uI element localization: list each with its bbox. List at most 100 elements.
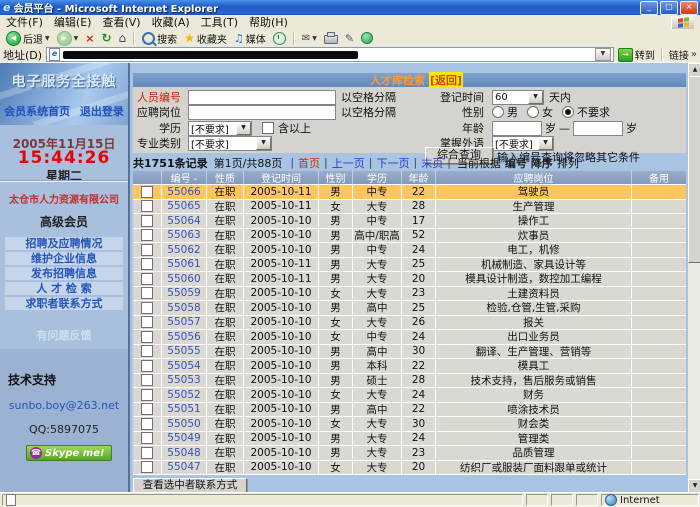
row-checkbox[interactable] [141, 273, 153, 285]
row-checkbox[interactable] [141, 432, 153, 444]
dropdown-arrow-icon[interactable]: ▼ [256, 137, 271, 150]
sidebar-menu-item[interactable]: 招聘及应聘情况 [5, 237, 123, 250]
column-header[interactable]: 性别 [319, 171, 353, 184]
menu-item[interactable]: 帮助(H) [249, 14, 288, 30]
column-header[interactable]: 年龄 [402, 171, 436, 184]
pagination-link[interactable]: 首页 [298, 155, 320, 171]
table-row[interactable]: 55051在职2005-10-10男高中22喷涂技术员 [133, 403, 686, 418]
record-id-link[interactable]: 55047 [167, 461, 200, 473]
table-row[interactable]: 55056在职2005-10-10女中专24出口业务员 [133, 330, 686, 345]
age-to-input[interactable] [573, 121, 623, 136]
table-row[interactable]: 55054在职2005-10-10男本科22模具工 [133, 359, 686, 374]
return-link[interactable]: [返回] [429, 72, 463, 88]
address-dropdown-icon[interactable]: ▼ [595, 48, 611, 61]
record-id-link[interactable]: 55050 [167, 418, 200, 430]
row-checkbox[interactable] [141, 215, 153, 227]
favorites-button[interactable]: ★ 收藏夹 [182, 31, 229, 46]
links-button[interactable]: 链接 » [669, 47, 697, 62]
row-checkbox[interactable] [141, 186, 153, 198]
table-row[interactable]: 55062在职2005-10-10男中专24电工，机修 [133, 243, 686, 258]
logout-link[interactable]: 退出登录 [80, 105, 124, 118]
row-checkbox[interactable] [141, 287, 153, 299]
row-checkbox[interactable] [141, 331, 153, 343]
table-row[interactable]: 55064在职2005-10-10男中专17操作工 [133, 214, 686, 229]
record-id-link[interactable]: 55052 [167, 389, 200, 401]
go-button[interactable]: → 转到 [618, 47, 655, 62]
record-id-link[interactable]: 55058 [167, 302, 200, 314]
forward-dropdown-icon[interactable]: ▼ [74, 35, 79, 42]
menu-item[interactable]: 查看(V) [102, 14, 140, 30]
record-id-link[interactable]: 55064 [167, 215, 200, 227]
table-row[interactable]: 55047在职2005-10-10女大专20纺织厂或服装厂面料跟单或统计 [133, 461, 686, 476]
table-row[interactable]: 55053在职2005-10-10男硕士28技术支持，售后服务或销售 [133, 374, 686, 389]
table-row[interactable]: 55057在职2005-10-10女大专26报关 [133, 316, 686, 331]
row-checkbox[interactable] [141, 258, 153, 270]
history-button[interactable] [271, 32, 288, 45]
record-id-link[interactable]: 55053 [167, 374, 200, 386]
menu-item[interactable]: 文件(F) [6, 14, 43, 30]
education-above-checkbox[interactable] [262, 122, 274, 134]
radio-icon[interactable] [562, 106, 574, 118]
stop-button[interactable]: × [83, 32, 96, 45]
forward-button[interactable]: ▶ ▼ [55, 31, 81, 46]
record-id-link[interactable]: 55049 [167, 432, 200, 444]
table-row[interactable]: 55066在职2005-10-11男中专22驾驶员 [133, 185, 686, 200]
table-row[interactable]: 55048在职2005-10-10男大专23品质管理 [133, 446, 686, 461]
pagination-link[interactable]: 下一页 [376, 155, 409, 171]
table-row[interactable]: 55049在职2005-10-10男大专24管理类 [133, 432, 686, 447]
gender-radio-option[interactable]: 男 [492, 104, 518, 120]
record-id-link[interactable]: 55066 [167, 186, 200, 198]
dropdown-arrow-icon[interactable]: ▼ [538, 137, 553, 150]
column-header[interactable]: 登记时间 [244, 171, 319, 184]
radio-icon[interactable] [527, 106, 539, 118]
row-checkbox[interactable] [141, 244, 153, 256]
row-checkbox[interactable] [141, 360, 153, 372]
table-row[interactable]: 55065在职2005-10-11女大专28生产管理 [133, 200, 686, 215]
mail-button[interactable]: ✉ ▼ [300, 33, 319, 44]
record-id-link[interactable]: 55048 [167, 447, 200, 459]
record-id-link[interactable]: 55054 [167, 360, 200, 372]
position-input[interactable] [188, 105, 336, 120]
education-select[interactable]: [不要求] ▼ [188, 121, 252, 136]
record-id-link[interactable]: 55059 [167, 287, 200, 299]
sidebar-menu-item[interactable]: 求职者联系方式 [5, 297, 123, 310]
address-input[interactable]: e ▼ [46, 47, 614, 62]
column-header[interactable] [133, 171, 162, 184]
dropdown-arrow-icon[interactable]: ▼ [236, 122, 251, 135]
column-header[interactable]: 应聘岗位 [436, 171, 632, 184]
member-home-link[interactable]: 会员系统首页 [4, 105, 70, 118]
home-button[interactable]: ⌂ [117, 31, 129, 45]
row-checkbox[interactable] [141, 447, 153, 459]
back-dropdown-icon[interactable]: ▼ [45, 35, 50, 42]
gender-radio-option[interactable]: 女 [527, 104, 553, 120]
minimize-button[interactable]: _ [640, 1, 658, 15]
close-button[interactable]: × [680, 1, 698, 15]
menu-item[interactable]: 工具(T) [201, 14, 238, 30]
menu-item[interactable]: 收藏(A) [152, 14, 190, 30]
menu-item[interactable]: 编辑(E) [54, 14, 92, 30]
row-checkbox[interactable] [141, 418, 153, 430]
maximize-button[interactable]: □ [660, 1, 678, 15]
radio-icon[interactable] [492, 106, 504, 118]
record-id-link[interactable]: 55065 [167, 200, 200, 212]
record-id-link[interactable]: 55057 [167, 316, 200, 328]
pagination-link[interactable]: 末页 [421, 155, 443, 171]
person-id-input[interactable] [188, 90, 336, 105]
sort-field-link[interactable]: 编号 [505, 155, 527, 171]
record-id-link[interactable]: 55062 [167, 244, 200, 256]
column-header[interactable]: 性质 [207, 171, 244, 184]
record-id-link[interactable]: 55061 [167, 258, 200, 270]
refresh-button[interactable]: ↻ [99, 31, 113, 45]
sidebar-menu-item[interactable]: 维护企业信息 [5, 252, 123, 265]
table-row[interactable]: 55063在职2005-10-10男高中/职高52炊事员 [133, 229, 686, 244]
record-id-link[interactable]: 55051 [167, 403, 200, 415]
row-checkbox[interactable] [141, 200, 153, 212]
row-checkbox[interactable] [141, 345, 153, 357]
table-row[interactable]: 55052在职2005-10-10女大专24财务 [133, 388, 686, 403]
row-checkbox[interactable] [141, 403, 153, 415]
media-button[interactable]: ♫ 媒体 [232, 31, 268, 46]
row-checkbox[interactable] [141, 302, 153, 314]
table-row[interactable]: 55050在职2005-10-10女大专30财会类 [133, 417, 686, 432]
feedback-link[interactable]: 有问题反馈 [0, 327, 128, 343]
table-row[interactable]: 55061在职2005-10-11男大专25机械制造、家具设计等 [133, 258, 686, 273]
